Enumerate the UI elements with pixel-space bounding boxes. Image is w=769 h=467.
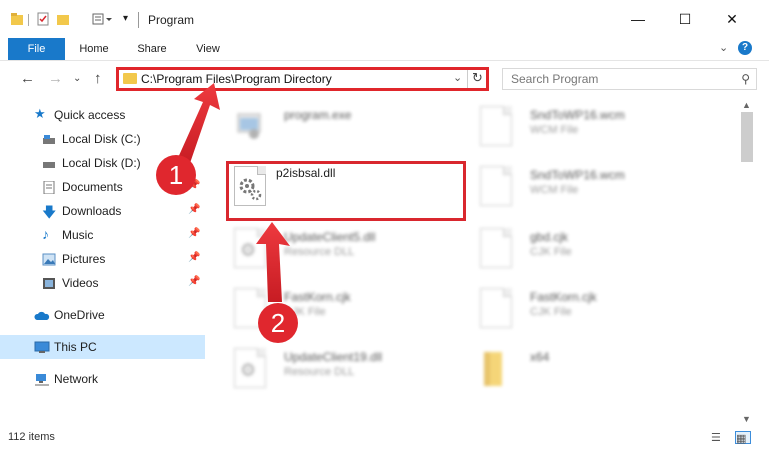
callout-badge-2: 2 — [258, 303, 298, 343]
scroll-down-icon[interactable]: ▼ — [742, 414, 751, 424]
annotation-arrows — [177, 83, 290, 302]
large-icons-view-icon[interactable]: ▦ — [735, 431, 751, 445]
arrow-to-address-bar — [177, 83, 220, 166]
item-count: 112 items — [8, 431, 55, 443]
callout-badge-1: 1 — [156, 155, 196, 195]
details-view-icon[interactable]: ☰ — [711, 431, 727, 444]
scroll-up-icon[interactable]: ▲ — [742, 100, 751, 110]
arrow-to-file — [256, 222, 290, 302]
vertical-scrollbar[interactable]: ▲ ▼ — [739, 100, 756, 427]
status-bar: 112 items ☰ ▦ — [0, 427, 769, 449]
scroll-thumb[interactable] — [741, 112, 753, 162]
